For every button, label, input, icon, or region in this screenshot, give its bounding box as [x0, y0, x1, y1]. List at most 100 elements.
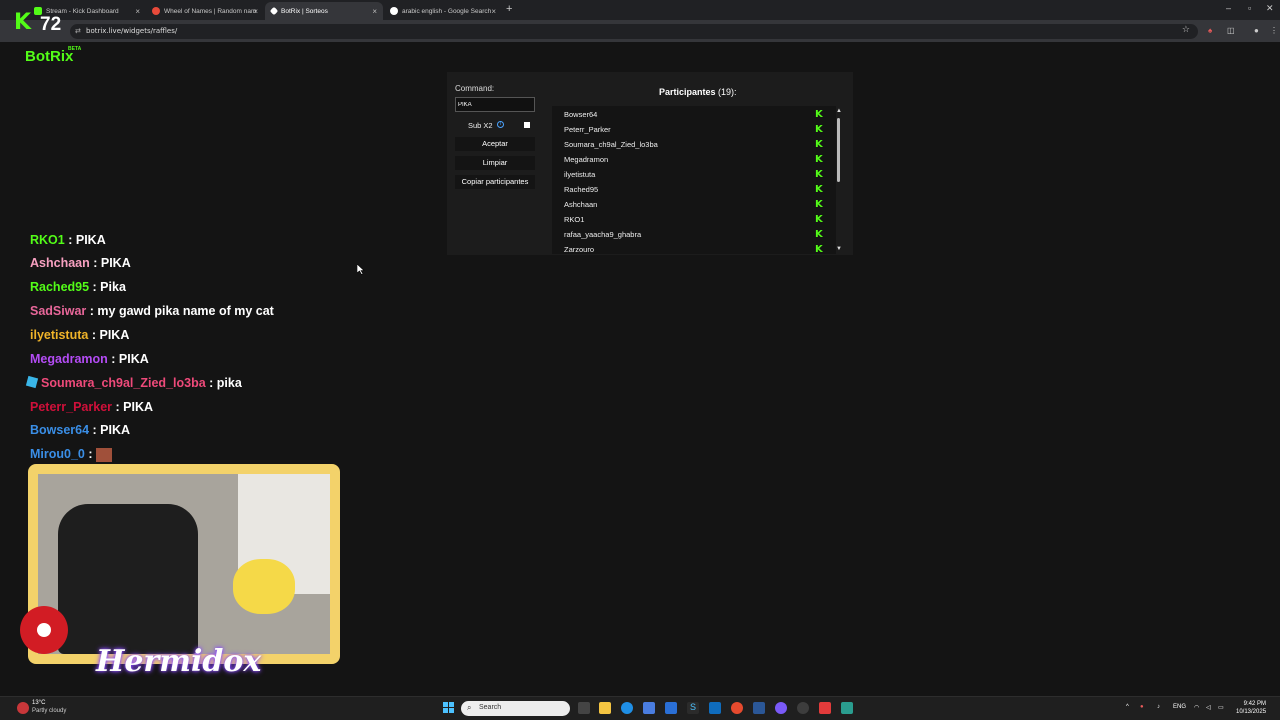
- extension-icon[interactable]: ♠: [1208, 26, 1212, 35]
- tab-label: BotRix | Sorteos: [281, 7, 328, 15]
- streamer-name: Hermidox: [96, 644, 262, 679]
- minimize-icon[interactable]: –: [1226, 3, 1231, 13]
- accept-button[interactable]: Aceptar: [455, 137, 535, 151]
- participant-name: Zarzouro: [564, 245, 595, 254]
- extensions-puzzle-icon[interactable]: ◫: [1227, 26, 1235, 35]
- chat-line: ilyetistuta : PIKA: [30, 328, 129, 342]
- wifi-icon[interactable]: ◠: [1194, 704, 1199, 711]
- clock-time: 9:42 PM: [1243, 701, 1267, 707]
- mic-icon[interactable]: ♪: [1157, 704, 1160, 710]
- tray-overflow-icon[interactable]: ^: [1126, 704, 1129, 710]
- menu-dots-icon[interactable]: ⋮: [1270, 26, 1278, 35]
- scroll-down-icon[interactable]: ▼: [836, 246, 842, 252]
- sub-x2-checkbox[interactable]: [524, 122, 530, 128]
- scroll-up-icon[interactable]: ▲: [836, 108, 842, 114]
- url-field[interactable]: ⇄ botrix.live/widgets/raffles/ ☆: [70, 24, 1198, 39]
- chat-user: RKO1: [30, 233, 65, 247]
- participant-row: ilyetistuta K: [564, 167, 824, 182]
- chat-line: RKO1 : PIKA: [30, 233, 106, 247]
- participant-row: Ashchaan K: [564, 197, 824, 212]
- file-explorer-icon[interactable]: [599, 702, 611, 714]
- close-tab-icon[interactable]: ×: [372, 7, 377, 16]
- kick-logo-icon: K: [14, 10, 32, 35]
- battery-icon[interactable]: ▭: [1218, 704, 1224, 711]
- tab-botrix-sorteos[interactable]: BotRix | Sorteos ×: [265, 2, 383, 20]
- emote-icon: [96, 447, 113, 462]
- url-text: botrix.live/widgets/raffles/: [86, 27, 178, 35]
- profile-avatar-icon[interactable]: ●: [1254, 26, 1259, 35]
- brave-icon[interactable]: [819, 702, 831, 714]
- weather-temp: 13°C: [32, 700, 46, 706]
- chat-message: : PIKA: [91, 328, 130, 342]
- word-icon[interactable]: [753, 702, 765, 714]
- participant-row: Zarzouro K: [564, 242, 824, 255]
- participant-name: RKO1: [564, 215, 585, 224]
- google-favicon-icon: [390, 7, 398, 15]
- chat-user: Megadramon: [30, 352, 108, 366]
- subscriber-badge-icon: [25, 375, 39, 389]
- edge-icon[interactable]: [621, 702, 633, 714]
- kick-badge-icon: K: [815, 184, 823, 195]
- volume-icon[interactable]: ◁: [1206, 704, 1211, 711]
- clock-date: 10/13/2025: [1236, 709, 1267, 715]
- store-icon[interactable]: [643, 702, 655, 714]
- taskbar-search[interactable]: ⌕ Search: [461, 701, 570, 716]
- chat-message: : PIKA: [111, 352, 149, 366]
- language-indicator[interactable]: ENG: [1173, 704, 1186, 710]
- weather-icon[interactable]: [17, 702, 29, 714]
- taskbar-clock[interactable]: 9:42 PM 10/13/2025: [1236, 700, 1266, 716]
- webcam-chair: [58, 504, 198, 654]
- chrome-icon[interactable]: [731, 702, 743, 714]
- app-icon[interactable]: [797, 702, 809, 714]
- app-icon[interactable]: [775, 702, 787, 714]
- app-icon[interactable]: S: [687, 702, 699, 714]
- chat-user: Ashchaan: [30, 256, 90, 270]
- webcam-feed: [38, 474, 330, 654]
- outlook-icon[interactable]: [709, 702, 721, 714]
- clear-button[interactable]: Limpiar: [455, 156, 535, 170]
- close-window-icon[interactable]: ✕: [1266, 3, 1274, 14]
- tab-wheel-of-names[interactable]: Wheel of Names | Random nam ×: [146, 2, 264, 20]
- participants-list[interactable]: Bowser64 K Peterr_Parker K Soumara_ch9al_Z…: [552, 106, 836, 254]
- tab-google-search[interactable]: arabic english - Google Search ×: [384, 2, 502, 20]
- viewer-count: 72: [40, 14, 62, 35]
- participant-row: RKO1 K: [564, 212, 824, 227]
- participant-name: Bowser64: [564, 110, 598, 119]
- app-icon[interactable]: [665, 702, 677, 714]
- info-icon[interactable]: i: [497, 121, 504, 128]
- copy-participants-button[interactable]: Copiar participantes: [455, 175, 535, 189]
- chat-message: : PIKA: [68, 233, 106, 247]
- bookmark-star-icon[interactable]: ☆: [1182, 25, 1190, 35]
- maximize-icon[interactable]: ▫: [1248, 3, 1251, 13]
- kick-badge-icon: K: [815, 214, 823, 225]
- new-tab-button[interactable]: +: [506, 3, 512, 15]
- app-icon[interactable]: [841, 702, 853, 714]
- chat-user: SadSiwar: [30, 304, 87, 318]
- site-info-icon[interactable]: ⇄: [75, 27, 81, 35]
- kick-badge-icon: K: [815, 109, 823, 120]
- kick-badge-icon: K: [815, 139, 823, 150]
- address-bar-row: ⇄ botrix.live/widgets/raffles/ ☆: [0, 20, 1280, 42]
- participants-scrollbar[interactable]: ▲ ▼: [836, 108, 842, 254]
- participant-row: Soumara_ch9al_Zied_lo3ba K: [564, 137, 824, 152]
- close-tab-icon[interactable]: ×: [253, 7, 258, 16]
- botrix-logo[interactable]: BotRix: [25, 48, 73, 65]
- tray-app-icon[interactable]: ●: [1140, 704, 1144, 710]
- participant-name: Ashchaan: [564, 200, 598, 209]
- kick-badge-icon: K: [815, 154, 823, 165]
- chat-message: : PIKA: [93, 256, 131, 270]
- task-view-icon[interactable]: [578, 702, 590, 714]
- windows-start-icon[interactable]: [443, 702, 455, 714]
- sub-x2-label: Sub X2: [468, 121, 493, 130]
- command-input[interactable]: [455, 97, 535, 112]
- raffle-panel: Command: Sub X2 i Aceptar Limpiar Copiar…: [447, 72, 853, 255]
- kick-badge-icon: K: [815, 169, 823, 180]
- kick-badge-icon: K: [815, 199, 823, 210]
- close-tab-icon[interactable]: ×: [491, 7, 496, 16]
- close-tab-icon[interactable]: ×: [135, 7, 140, 16]
- scrollbar-thumb[interactable]: [837, 118, 840, 182]
- windows-taskbar: 13°C Partly cloudy ⌕ Search S ^ ● ♪ ENG …: [0, 696, 1280, 720]
- participant-name: rafaa_yaacha9_ghabra: [564, 230, 642, 239]
- chat-message: : my gawd pika name of my cat: [89, 304, 274, 318]
- participant-row: Megadramon K: [564, 152, 824, 167]
